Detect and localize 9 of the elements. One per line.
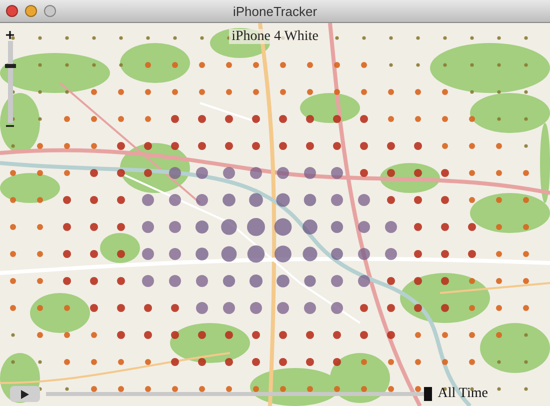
window-title: iPhoneTracker xyxy=(232,4,318,18)
time-range-label: All Time xyxy=(438,386,489,402)
zoom-slider-thumb[interactable] xyxy=(4,64,16,68)
zoom-in-icon[interactable] xyxy=(6,31,14,39)
minimize-button[interactable] xyxy=(25,5,37,17)
play-button[interactable] xyxy=(10,386,40,402)
play-icon xyxy=(21,390,29,398)
zoom-button[interactable] xyxy=(44,5,56,17)
close-button[interactable] xyxy=(6,5,18,17)
